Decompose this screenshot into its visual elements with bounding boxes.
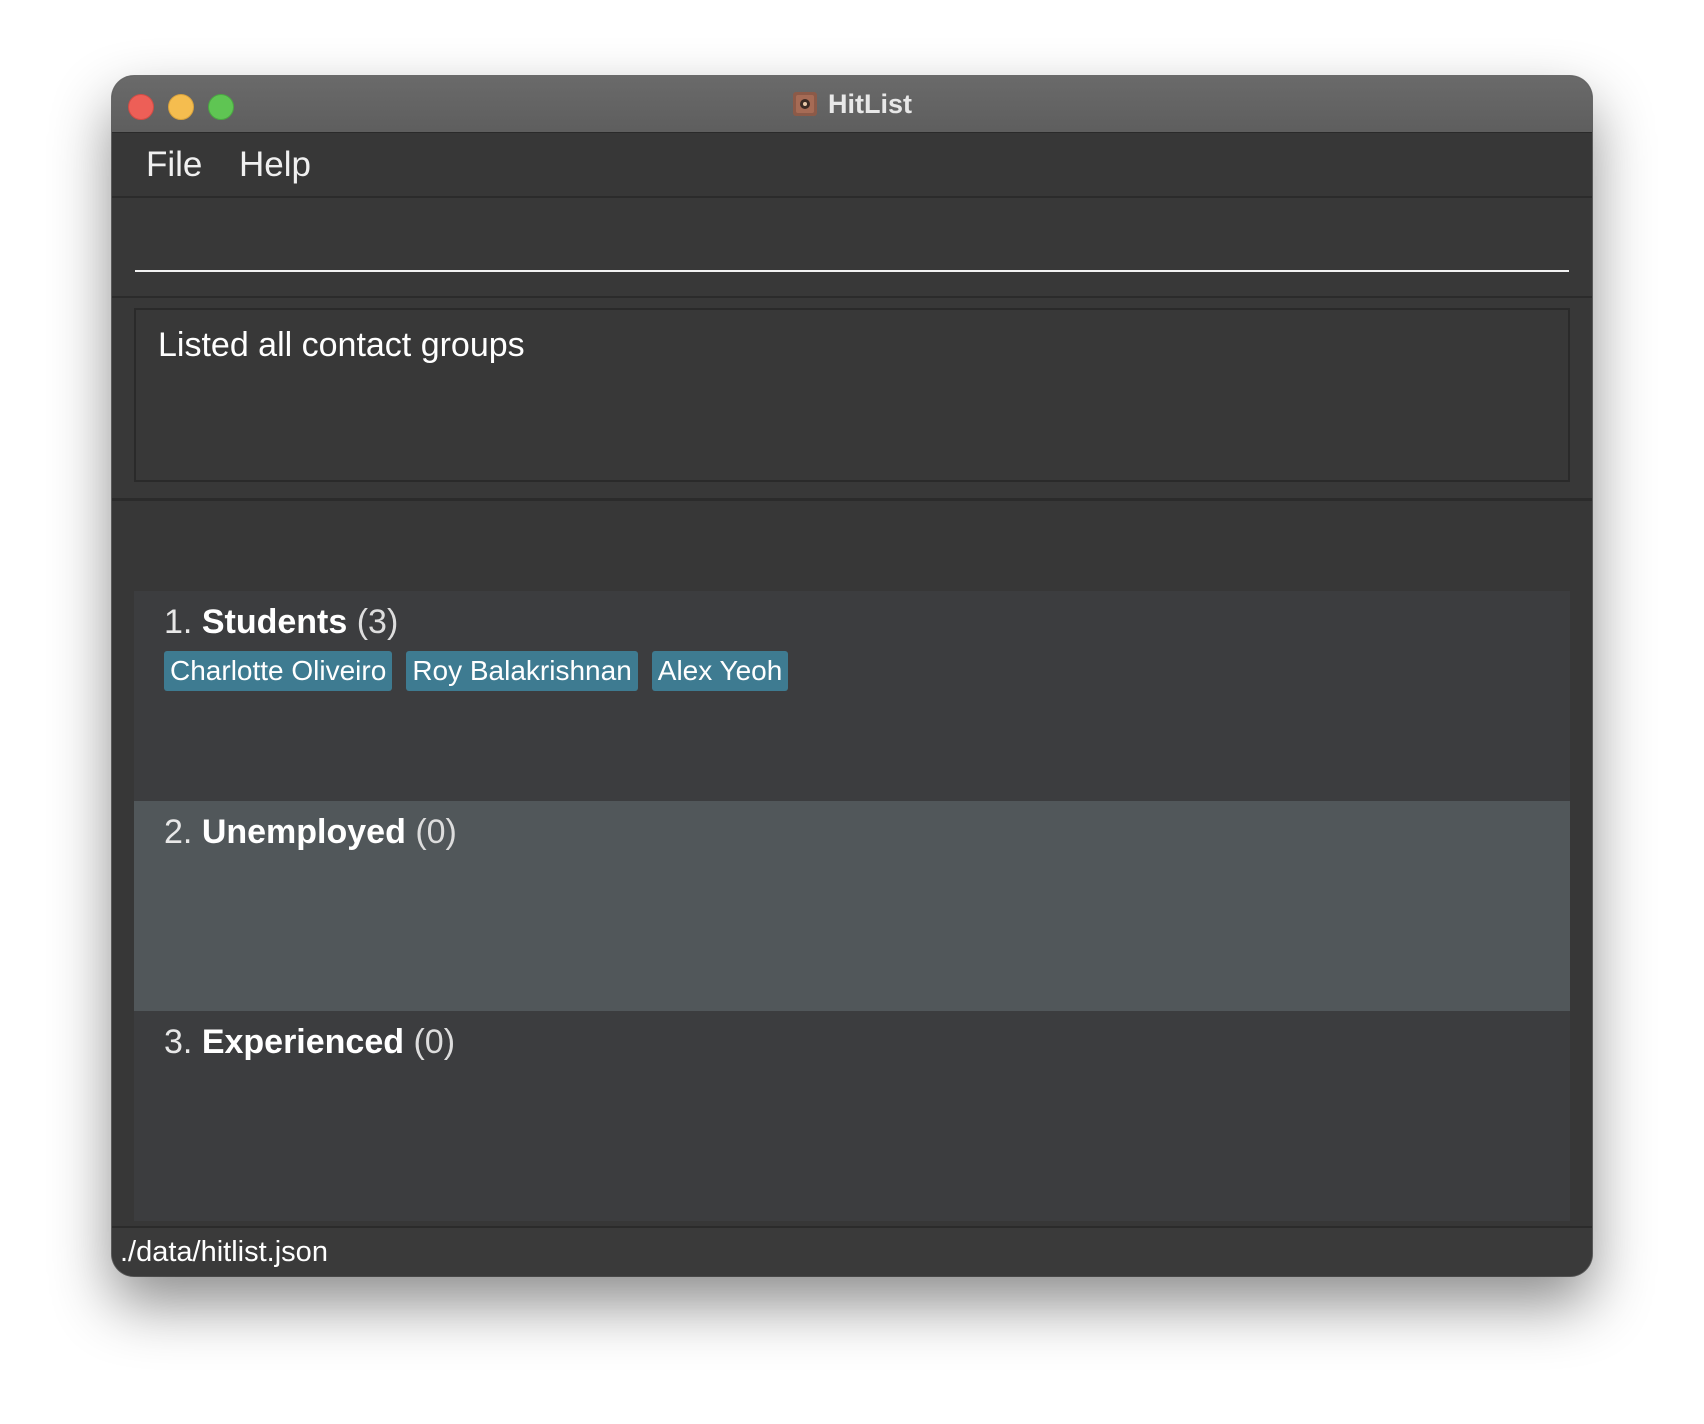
group-index: 1.	[164, 603, 193, 641]
group-name: Unemployed	[201, 813, 406, 851]
result-display: Listed all contact groups	[134, 308, 1570, 482]
group-header: 3. Experienced (0)	[164, 1023, 455, 1062]
group-card-students[interactable]: 1. Students (3) Charlotte Oliveiro Roy B…	[134, 591, 1570, 801]
member-tags: Charlotte Oliveiro Roy Balakrishnan Alex…	[164, 651, 802, 691]
group-index: 2.	[164, 813, 193, 851]
group-count: (0)	[413, 1023, 456, 1061]
group-index: 3.	[164, 1023, 193, 1061]
title-wrap: HitList	[112, 76, 1592, 132]
menu-bar: File Help	[112, 133, 1592, 198]
menu-help[interactable]: Help	[239, 145, 311, 185]
group-name: Experienced	[201, 1023, 405, 1061]
window-title: HitList	[828, 88, 912, 119]
data-file-path: ./data/hitlist.json	[120, 1236, 328, 1268]
group-list[interactable]: 1. Students (3) Charlotte Oliveiro Roy B…	[112, 501, 1592, 1221]
title-bar[interactable]: HitList	[112, 76, 1592, 133]
menu-file[interactable]: File	[146, 145, 202, 185]
group-card-unemployed[interactable]: 2. Unemployed (0)	[134, 801, 1570, 1011]
group-count: (0)	[415, 813, 457, 851]
result-message: Listed all contact groups	[158, 326, 525, 364]
hitlist-app-icon	[793, 92, 817, 116]
command-box	[112, 198, 1592, 298]
result-area: Listed all contact groups	[112, 298, 1592, 501]
group-header: 1. Students (3)	[164, 603, 398, 642]
group-header: 2. Unemployed (0)	[164, 813, 457, 852]
status-bar: ./data/hitlist.json	[112, 1226, 1592, 1276]
group-card-experienced[interactable]: 3. Experienced (0)	[134, 1011, 1570, 1221]
command-input[interactable]	[135, 216, 1569, 272]
app-window: HitList File Help Listed all contact gro…	[112, 76, 1592, 1276]
member-tag: Alex Yeoh	[651, 651, 789, 691]
member-tag: Roy Balakrishnan	[406, 651, 638, 691]
group-name: Students	[201, 603, 348, 641]
member-tag: Charlotte Oliveiro	[164, 651, 393, 691]
group-count: (3)	[356, 603, 399, 641]
